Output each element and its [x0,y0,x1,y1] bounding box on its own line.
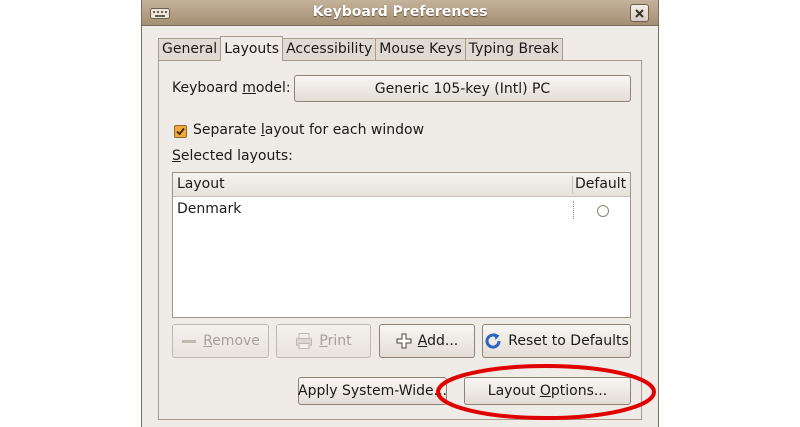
tab-general[interactable]: General [158,38,222,61]
table-row[interactable]: Denmark [173,197,630,221]
titlebar[interactable]: Keyboard Preferences [142,0,658,26]
window-title: Keyboard Preferences [312,4,488,20]
tab-typing-break[interactable]: Typing Break [464,38,563,61]
add-button-label: Add... [417,333,459,349]
print-button[interactable]: Print [276,324,371,358]
remove-button[interactable]: Remove [172,324,269,358]
reset-to-defaults-button[interactable]: Reset to Defaults [482,324,631,358]
plus-icon [396,333,412,349]
checkmark-icon [176,127,185,136]
row-separator [573,201,574,219]
add-button[interactable]: Add... [379,324,475,358]
apply-system-wide-button[interactable]: Apply System-Wide... [298,377,447,405]
tab-mouse-keys[interactable]: Mouse Keys [375,38,466,61]
keyboard-model-label: Keyboard model: [172,80,291,96]
close-button[interactable] [630,4,649,22]
column-separator [572,176,573,194]
tab-bar: General Layouts Accessibility Mouse Keys… [158,36,563,61]
column-header-default[interactable]: Default [575,176,626,192]
column-header-layout[interactable]: Layout [177,176,225,192]
remove-button-label: Remove [203,333,260,349]
selected-layouts-list[interactable]: Layout Default Denmark [172,172,631,318]
print-button-label: Print [319,333,352,349]
tab-layouts[interactable]: Layouts [220,36,284,61]
list-header: Layout Default [173,173,630,197]
apply-system-wide-label: Apply System-Wide... [298,383,447,399]
printer-icon [296,333,313,349]
minus-icon [182,340,197,343]
layout-options-label: Layout Options... [487,383,608,399]
refresh-icon [485,333,501,349]
separate-layout-checkbox[interactable] [174,125,187,138]
keyboard-model-value: Generic 105-key (Intl) PC [374,80,551,97]
layout-name: Denmark [177,201,242,217]
reset-to-defaults-label: Reset to Defaults [508,333,629,349]
separate-layout-label[interactable]: Separate layout for each window [193,122,424,138]
tab-accessibility[interactable]: Accessibility [282,38,377,61]
selected-layouts-label: Selected layouts: [172,148,293,164]
close-icon [635,8,644,18]
default-radio[interactable] [597,205,609,217]
layouts-panel: Keyboard model: Generic 105-key (Intl) P… [158,60,642,420]
keyboard-model-button[interactable]: Generic 105-key (Intl) PC [294,75,631,102]
keyboard-preferences-window: Keyboard Preferences General Layouts Acc… [141,0,659,427]
layout-options-button[interactable]: Layout Options... [464,377,631,405]
